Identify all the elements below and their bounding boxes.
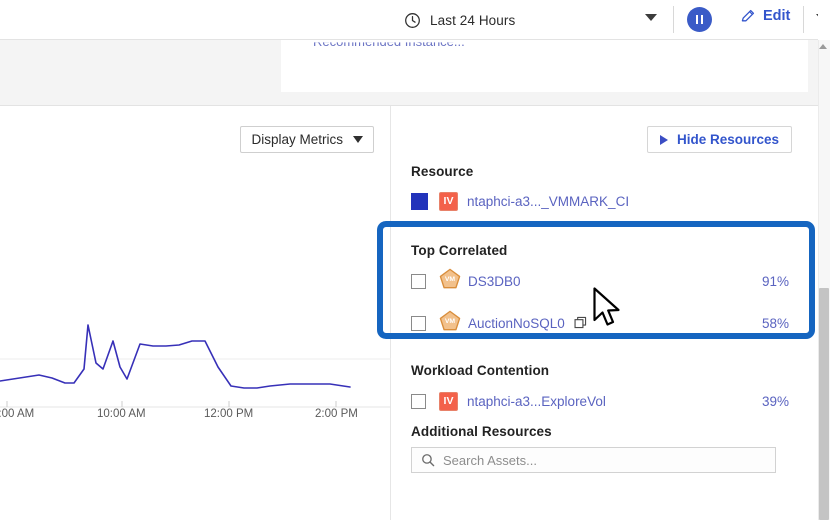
top-correlated-checkbox-0[interactable] bbox=[411, 274, 426, 289]
chart-1-tick-2: 12:00 PM bbox=[204, 408, 253, 420]
top-correlated-percent-0: 91% bbox=[762, 274, 789, 289]
clock-icon bbox=[404, 12, 421, 29]
chart-1-plot bbox=[0, 311, 391, 408]
edit-button-label: Edit bbox=[763, 8, 790, 24]
chart-1-tick-1: 10:00 AM bbox=[97, 408, 146, 420]
search-icon bbox=[421, 453, 435, 467]
top-correlated-checkbox-1[interactable] bbox=[411, 316, 426, 331]
edit-button[interactable]: Edit bbox=[740, 8, 790, 24]
chart-1-x-axis: 8:00 AM 10:00 AM 12:00 PM 2:00 PM bbox=[0, 408, 391, 428]
series-color-swatch bbox=[411, 193, 428, 210]
resource-section-title: Resource bbox=[411, 164, 796, 179]
svg-text:VM: VM bbox=[445, 318, 456, 325]
toolbar-divider-2 bbox=[803, 6, 804, 33]
iv-badge-icon: IV bbox=[439, 192, 458, 211]
additional-resources-section: Additional Resources bbox=[411, 424, 789, 439]
scrollbar-caret-up-icon[interactable] bbox=[819, 44, 827, 49]
chart-2[interactable]: 8:00 AM 10:00 AM 12:00 PM 2:00 PM bbox=[0, 506, 391, 520]
time-range-chevron-down-icon[interactable] bbox=[645, 14, 657, 21]
workload-contention-name-0[interactable]: ntaphci-a3...ExploreVol bbox=[467, 394, 606, 409]
toolbar-divider-1 bbox=[673, 6, 674, 33]
vm-pentagon-icon: VM bbox=[439, 268, 468, 294]
workload-contention-section: Workload Contention IV ntaphci-a3...Expl… bbox=[411, 363, 789, 414]
workload-contention-checkbox-0[interactable] bbox=[411, 394, 426, 409]
upper-partial-card: Recommended Instance... bbox=[281, 40, 808, 92]
mouse-pointer-icon bbox=[592, 287, 622, 329]
workload-contention-percent-0: 39% bbox=[762, 394, 789, 409]
card-gap-band bbox=[0, 92, 818, 105]
resource-row[interactable]: IV ntaphci-a3..._VMMARK_CI bbox=[411, 188, 796, 214]
vertical-scrollbar[interactable] bbox=[818, 40, 830, 520]
display-metrics-dropdown[interactable]: Display Metrics bbox=[240, 126, 374, 153]
display-metrics-label: Display Metrics bbox=[251, 132, 343, 147]
search-assets-placeholder: Search Assets... bbox=[443, 453, 537, 468]
chart-2-plot bbox=[0, 506, 391, 520]
metrics-chart-pane: Display Metrics 8:00 AM 10:00 AM 12 bbox=[0, 106, 391, 520]
iv-badge-icon: IV bbox=[439, 392, 458, 411]
top-correlated-name-0[interactable]: DS3DB0 bbox=[468, 274, 521, 289]
list-item[interactable]: IV ntaphci-a3...ExploreVol 39% bbox=[411, 388, 789, 414]
app-root: Last 24 Hours Edit Recommended Instance.… bbox=[0, 0, 830, 520]
scrollbar-thumb[interactable] bbox=[819, 288, 829, 520]
main-content-card: Display Metrics 8:00 AM 10:00 AM 12 bbox=[0, 105, 818, 520]
vm-pentagon-icon: VM bbox=[439, 310, 468, 336]
workload-contention-title: Workload Contention bbox=[411, 363, 789, 378]
time-range-label: Last 24 Hours bbox=[430, 13, 515, 28]
pencil-icon bbox=[740, 8, 756, 24]
resource-section: Resource IV ntaphci-a3..._VMMARK_CI bbox=[411, 164, 796, 214]
resource-name[interactable]: ntaphci-a3..._VMMARK_CI bbox=[467, 194, 629, 209]
top-correlated-percent-1: 58% bbox=[762, 316, 789, 331]
top-toolbar: Last 24 Hours Edit bbox=[0, 0, 830, 39]
additional-resources-title: Additional Resources bbox=[411, 424, 789, 439]
svg-text:VM: VM bbox=[445, 276, 456, 283]
triangle-right-icon bbox=[660, 135, 668, 145]
top-correlated-title: Top Correlated bbox=[411, 243, 789, 258]
top-correlated-name-1[interactable]: AuctionNoSQL0 bbox=[468, 316, 565, 331]
chart-1-tick-3: 2:00 PM bbox=[315, 408, 358, 420]
display-metrics-chevron-down-icon bbox=[353, 136, 363, 143]
hide-resources-button[interactable]: Hide Resources bbox=[647, 126, 792, 153]
copy-icon[interactable] bbox=[565, 316, 588, 330]
scrollbar-top-spacer bbox=[818, 0, 830, 40]
hide-resources-label: Hide Resources bbox=[677, 132, 779, 147]
search-assets-input[interactable]: Search Assets... bbox=[411, 447, 776, 473]
chart-1[interactable]: 8:00 AM 10:00 AM 12:00 PM 2:00 PM bbox=[0, 311, 391, 428]
chart-1-tick-0: 8:00 AM bbox=[0, 408, 34, 420]
pause-button[interactable] bbox=[687, 7, 712, 32]
time-range-selector[interactable]: Last 24 Hours bbox=[404, 6, 515, 34]
pause-icon bbox=[696, 15, 704, 24]
